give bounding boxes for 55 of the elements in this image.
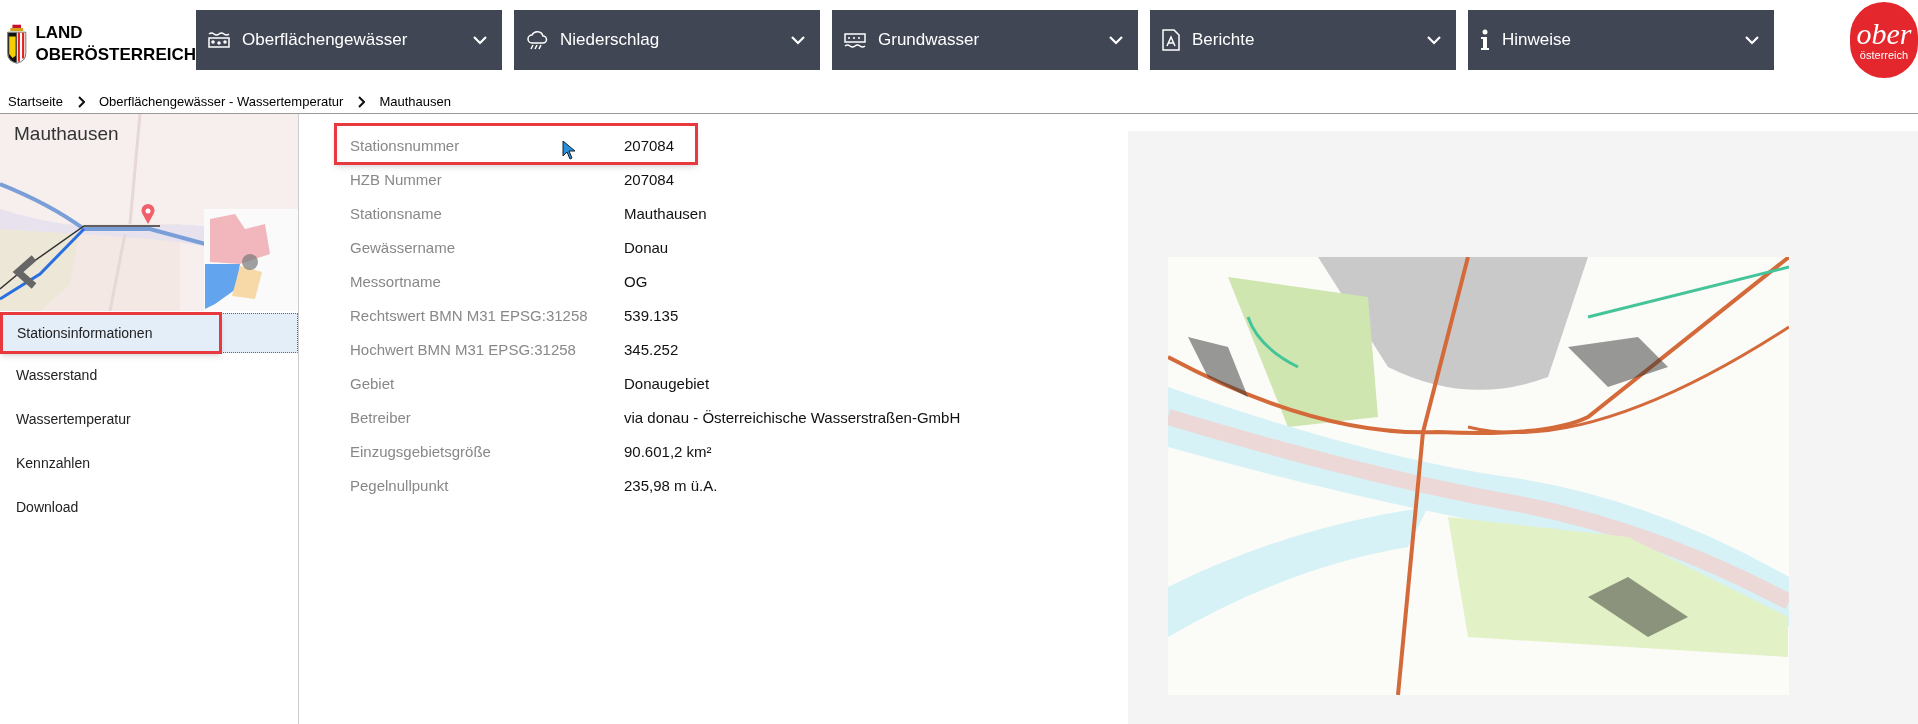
info-value: 90.601,2 km² xyxy=(624,441,712,462)
nav-menu-button[interactable]: Berichte xyxy=(1150,10,1456,70)
info-value: Mauthausen xyxy=(624,203,707,224)
info-label: Stationsnummer xyxy=(350,135,460,156)
info-label: Gebiet xyxy=(350,373,395,394)
chevron-down-icon xyxy=(1108,35,1124,45)
nav-menu-button[interactable]: Oberflächengewässer xyxy=(196,10,502,70)
info-value: OG xyxy=(624,271,648,292)
logo-text: LAND xyxy=(35,22,84,44)
sidebar-nav-item[interactable]: Wassertemperatur xyxy=(0,397,298,441)
info-label: Einzugsgebietsgröße xyxy=(350,441,491,462)
sidebar-nav-item[interactable]: Download xyxy=(0,485,298,529)
breadcrumb-link[interactable]: Mauthausen xyxy=(379,91,451,112)
info-value: 235,98 m ü.A. xyxy=(624,475,718,496)
mouse-cursor-icon xyxy=(562,140,576,160)
sidebar-nav-item[interactable]: Kennzahlen xyxy=(0,441,298,485)
info-label: Messortname xyxy=(350,271,441,292)
info-label: Pegelnullpunkt xyxy=(350,475,449,496)
breadcrumb-link[interactable]: Startseite xyxy=(8,91,63,112)
info-label: HZB Nummer xyxy=(350,169,442,190)
info-value: 539.135 xyxy=(624,305,679,326)
info-value: via donau - Österreichische Wasserstraßen-GmbH xyxy=(624,407,961,428)
info-value: 207084 xyxy=(624,135,675,156)
chevron-down-icon xyxy=(790,35,806,45)
chevron-right-icon xyxy=(76,95,85,108)
info-value: Donau xyxy=(624,237,669,258)
info-value: 207084 xyxy=(624,169,675,190)
info-icon xyxy=(1480,29,1490,51)
pdf-document-icon xyxy=(1162,29,1180,51)
info-label: Hochwert BMN M31 EPSG:31258 xyxy=(350,339,576,360)
chevron-left-icon[interactable] xyxy=(12,254,38,290)
info-label: Betreiber xyxy=(350,407,411,428)
nav-menu-button[interactable]: Niederschlag xyxy=(514,10,820,70)
ground-layers-icon xyxy=(844,31,866,49)
map-marker-icon xyxy=(141,204,155,224)
info-label: Gewässername xyxy=(350,237,456,258)
info-value: 345.252 xyxy=(624,339,679,360)
chevron-down-icon xyxy=(472,35,488,45)
info-value: Donaugebiet xyxy=(624,373,710,394)
nav-menu-button[interactable]: Grundwasser xyxy=(832,10,1138,70)
info-label: Stationsname xyxy=(350,203,442,224)
brand-subtitle: österreich xyxy=(1859,49,1909,61)
chevron-down-icon xyxy=(1744,35,1760,45)
nav-menu-button[interactable]: Hinweise xyxy=(1468,10,1774,70)
cloud-rain-icon xyxy=(526,30,548,50)
brand-badge[interactable]: ober österreich xyxy=(1850,2,1918,78)
chevron-down-icon xyxy=(1426,35,1442,45)
waves-icon xyxy=(208,31,230,49)
info-label: Rechtswert BMN M31 EPSG:31258 xyxy=(350,305,588,326)
logo-text: OBERÖSTERREICH xyxy=(35,44,196,66)
brand-word: ober xyxy=(1856,19,1912,49)
breadcrumb-link[interactable]: Oberflächengewässer - Wassertemperatur xyxy=(98,91,344,112)
chevron-right-icon xyxy=(357,95,366,108)
station-title: Mauthausen xyxy=(14,122,119,146)
sidebar-nav-item[interactable]: Wasserstand xyxy=(0,353,298,397)
